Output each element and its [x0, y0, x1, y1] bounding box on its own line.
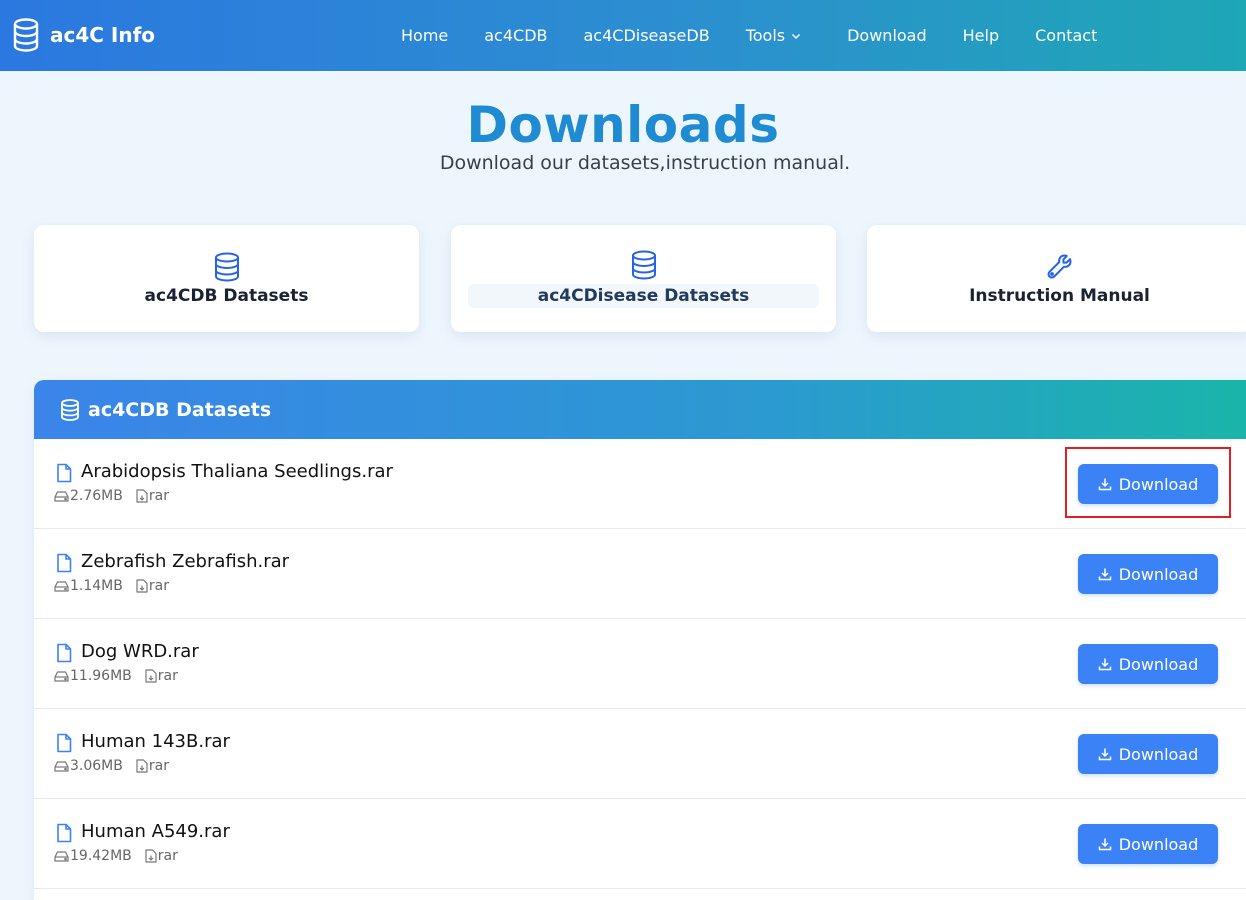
file-type-icon [136, 579, 148, 593]
download-button[interactable]: Download [1078, 734, 1218, 774]
file-name: Arabidopsis Thaliana Seedlings.rar [81, 461, 393, 482]
card-label: ac4CDisease Datasets [467, 283, 820, 308]
download-icon [1098, 748, 1111, 761]
download-button[interactable]: Download [1078, 464, 1218, 504]
file-icon [57, 643, 72, 663]
panel-title: ac4CDB Datasets [88, 398, 272, 421]
database-icon [631, 250, 656, 280]
brand[interactable]: ac4C Info [12, 18, 155, 52]
chevron-down-icon [792, 33, 801, 39]
file-icon [57, 463, 72, 483]
file-name: Zebrafish Zebrafish.rar [81, 551, 290, 572]
nav-tools-label: Tools [745, 26, 786, 45]
page-subtitle: Download our datasets,instruction manual… [439, 152, 851, 174]
file-type-icon [136, 489, 148, 503]
file-name: Dog WRD.rar [81, 641, 199, 662]
download-label: Download [1118, 654, 1199, 674]
download-label: Download [1118, 834, 1199, 854]
file-row: Zebrafish Zebrafish.rar 1.14MB rar Downl… [34, 529, 1246, 619]
nav-download[interactable]: Download [847, 26, 927, 45]
file-icon [57, 733, 72, 753]
nav-home[interactable]: Home [401, 26, 448, 45]
download-icon [1098, 658, 1111, 671]
file-row: Human 143B.rar 3.06MB rar Download [34, 709, 1246, 799]
file-name: Human 143B.rar [81, 731, 230, 752]
nav-tools-dropdown[interactable]: Tools [746, 26, 801, 45]
file-meta: 2.76MB rar [54, 488, 169, 504]
hard-drive-icon [54, 581, 69, 592]
nav-ac4cdiseasedb[interactable]: ac4CDiseaseDB [584, 26, 710, 45]
brand-name: ac4C Info [50, 23, 156, 47]
download-button[interactable]: Download [1078, 824, 1218, 864]
top-navbar: ac4C Info Home ac4CDB ac4CDiseaseDB Tool… [0, 0, 1246, 71]
nav-help[interactable]: Help [963, 26, 999, 45]
file-type: rar [148, 758, 169, 774]
file-size: 3.06MB [70, 758, 123, 774]
file-name: Human A549.rar [81, 821, 230, 842]
download-label: Download [1118, 744, 1199, 764]
file-row: Dog WRD.rar 11.96MB rar Download [34, 619, 1246, 709]
file-icon [57, 553, 72, 573]
wrench-icon [1047, 254, 1071, 278]
download-icon [1098, 838, 1111, 851]
hard-drive-icon [54, 761, 69, 772]
file-meta: 11.96MB rar [54, 668, 178, 684]
file-meta: 1.14MB rar [54, 578, 169, 594]
download-icon [1098, 568, 1111, 581]
card-instruction-manual[interactable]: Instruction Manual [867, 225, 1246, 332]
card-ac4cdb-datasets[interactable]: ac4CDB Datasets [34, 225, 419, 332]
file-type: rar [157, 668, 178, 684]
nav-ac4cdb[interactable]: ac4CDB [484, 26, 547, 45]
download-button[interactable]: Download [1078, 554, 1218, 594]
file-type-icon [145, 849, 157, 863]
file-type: rar [148, 488, 169, 504]
file-size: 2.76MB [70, 488, 123, 504]
file-size: 11.96MB [70, 668, 132, 684]
database-icon [13, 18, 39, 52]
hard-drive-icon [54, 491, 69, 502]
nav-links: Home ac4CDB ac4CDiseaseDB Tools Download… [401, 0, 1097, 71]
file-type: rar [148, 578, 169, 594]
file-size: 1.14MB [70, 578, 123, 594]
file-type-icon [145, 669, 157, 683]
file-row: Human A549.rar 19.42MB rar Download [34, 799, 1246, 889]
hard-drive-icon [54, 851, 69, 862]
card-ac4cdisease-datasets[interactable]: ac4CDisease Datasets [451, 225, 836, 332]
card-label: ac4CDB Datasets [144, 285, 309, 306]
hard-drive-icon [54, 671, 69, 682]
file-size: 19.42MB [70, 848, 132, 864]
file-type-icon [136, 759, 148, 773]
database-icon [214, 252, 239, 282]
download-label: Download [1118, 564, 1199, 584]
datasets-panel: ac4CDB Datasets Arabidopsis Thaliana See… [34, 380, 1246, 900]
panel-header: ac4CDB Datasets [34, 380, 1246, 439]
file-meta: 19.42MB rar [54, 848, 178, 864]
file-meta: 3.06MB rar [54, 758, 169, 774]
page-title: Downloads [466, 96, 780, 154]
download-label: Download [1118, 474, 1199, 494]
card-label: Instruction Manual [969, 285, 1150, 306]
file-row: Arabidopsis Thaliana Seedlings.rar 2.76M… [34, 439, 1246, 529]
nav-contact[interactable]: Contact [1035, 26, 1097, 45]
file-type: rar [157, 848, 178, 864]
download-button[interactable]: Download [1078, 644, 1218, 684]
database-icon [61, 398, 79, 421]
file-icon [57, 823, 72, 843]
download-icon [1098, 478, 1111, 491]
